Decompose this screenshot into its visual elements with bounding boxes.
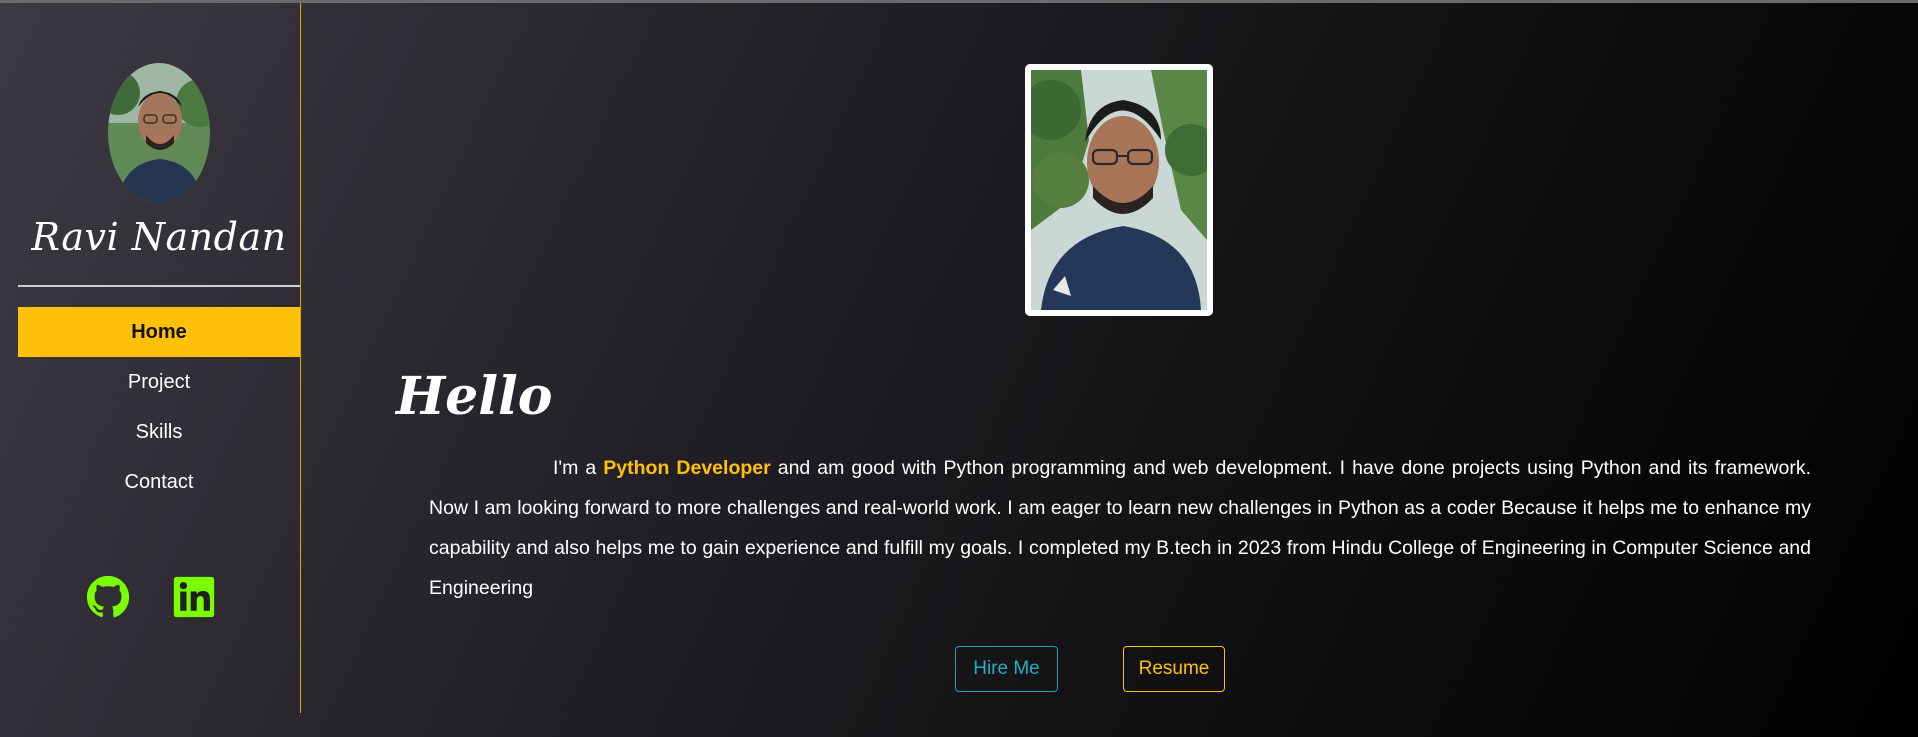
sidebar-divider bbox=[18, 285, 300, 287]
avatar bbox=[108, 63, 210, 203]
about-paragraph: I'm a Python Developer and am good with … bbox=[429, 448, 1811, 608]
social-links bbox=[86, 575, 236, 619]
nav-item-contact[interactable]: Contact bbox=[18, 457, 300, 507]
role-highlight: Python Developer bbox=[603, 457, 771, 479]
nav-item-home[interactable]: Home bbox=[18, 307, 300, 357]
profile-photo bbox=[1025, 64, 1213, 316]
github-link[interactable] bbox=[86, 575, 130, 619]
sidebar-nav: Home Project Skills Contact bbox=[18, 307, 300, 507]
greeting-heading: Hello bbox=[396, 366, 553, 427]
resume-button[interactable]: Resume bbox=[1123, 646, 1225, 692]
github-icon bbox=[86, 575, 130, 618]
linkedin-link[interactable] bbox=[172, 575, 216, 619]
nav-item-project[interactable]: Project bbox=[18, 357, 300, 407]
hire-me-button[interactable]: Hire Me bbox=[955, 646, 1058, 692]
linkedin-icon bbox=[173, 576, 215, 618]
sidebar: Ravi Nandan Home Project Skills Contact bbox=[0, 3, 301, 713]
nav-item-skills[interactable]: Skills bbox=[18, 407, 300, 457]
site-name: Ravi Nandan bbox=[31, 215, 287, 259]
intro-prefix: I'm a bbox=[553, 457, 604, 479]
